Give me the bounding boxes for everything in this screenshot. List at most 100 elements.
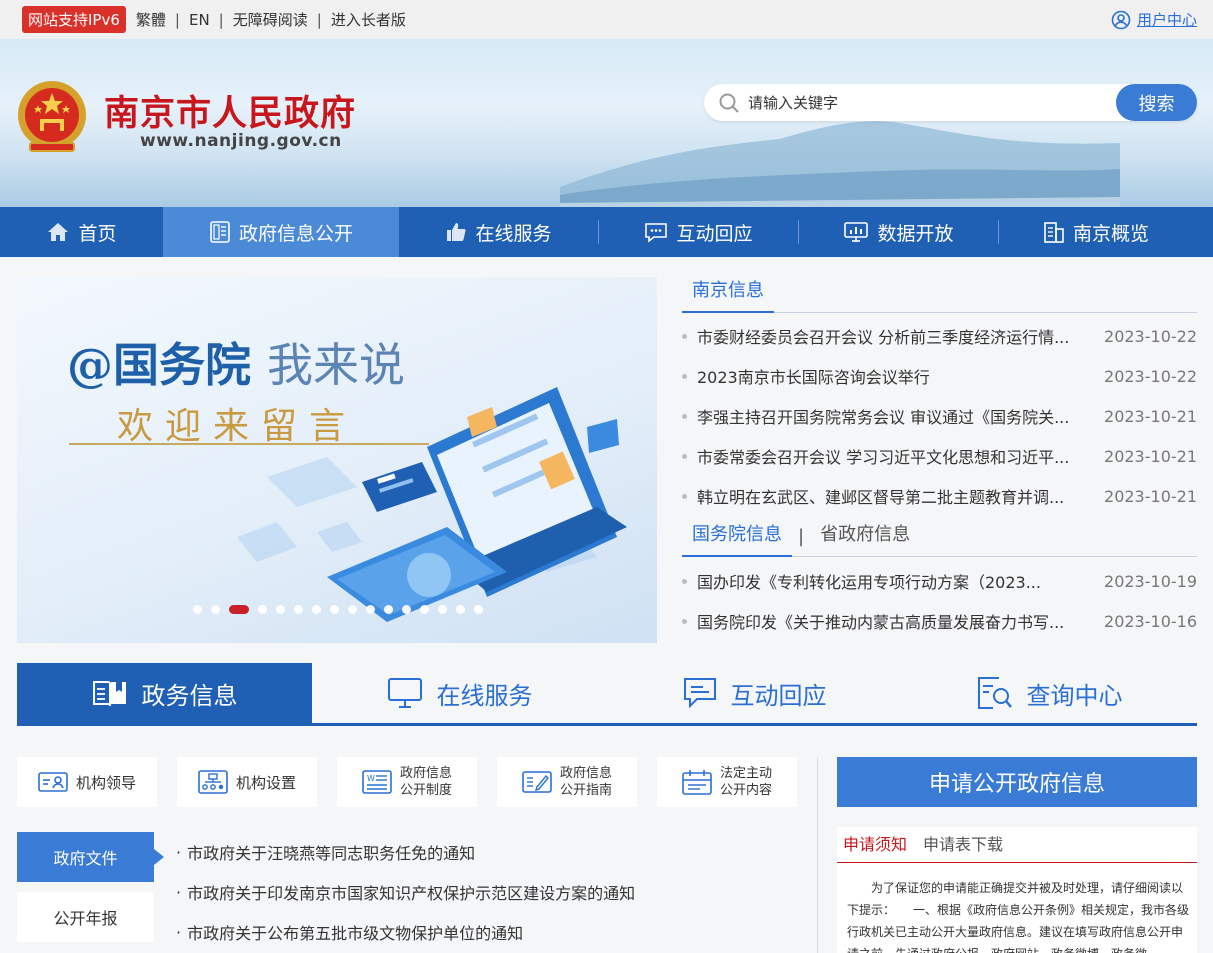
news-tabs-b: 国务院信息 | 省政府信息: [682, 521, 1197, 557]
tab-interaction[interactable]: 互动回应: [607, 663, 902, 723]
carousel-dot[interactable]: [211, 605, 220, 614]
list-item[interactable]: 2023南京市长国际咨询会议举行 2023-10-22: [682, 356, 1197, 396]
nav-nanjing-overview-label: 南京概览: [1072, 222, 1149, 245]
tab-online-service[interactable]: 在线服务: [312, 663, 607, 723]
user-center-label: 用户中心: [1136, 11, 1197, 29]
english-link[interactable]: EN: [189, 11, 210, 29]
carousel-dot[interactable]: [420, 605, 429, 614]
list-item[interactable]: 市委财经委员会召开会议 分析前三季度经济运行情... 2023-10-22: [682, 316, 1197, 356]
thumbs-up-icon: [447, 223, 467, 241]
national-emblem-icon: [18, 81, 86, 152]
list-item[interactable]: 市政府关于公布第五批市级文物保护单位的通知: [176, 912, 635, 952]
divider: [817, 757, 818, 953]
tab-interaction-label: 互动回应: [730, 681, 827, 710]
carousel-dot[interactable]: [312, 605, 321, 614]
banner-carousel[interactable]: @国务院 我来说 欢迎来留言: [17, 277, 657, 643]
section-tabs: 政务信息 在线服务 互动回应 查询中心: [17, 663, 1197, 726]
list-item[interactable]: 市政府关于汪晓燕等同志职务任免的通知: [176, 832, 635, 872]
carousel-dot[interactable]: [348, 605, 357, 614]
tab-annual-report[interactable]: 公开年报: [17, 892, 154, 942]
org-leaders-label: 机构领导: [75, 773, 136, 792]
nav-online-service[interactable]: 在线服务: [399, 207, 598, 257]
org-structure-button[interactable]: 机构设置: [177, 757, 317, 807]
nav-online-service-label: 在线服务: [475, 222, 552, 245]
nav-open-data[interactable]: 数据开放: [799, 207, 998, 257]
nav-nanjing-overview[interactable]: 南京概览: [999, 207, 1193, 257]
carousel-dot[interactable]: [276, 605, 285, 614]
tab-state-council-info[interactable]: 国务院信息: [682, 520, 792, 557]
tab-gov-documents[interactable]: 政府文件: [17, 832, 164, 882]
chat-icon: [645, 223, 668, 243]
svg-text:W: W: [367, 774, 375, 783]
search-bar: 搜索: [704, 84, 1197, 121]
list-item[interactable]: 李强主持召开国务院常务会议 审议通过《国务院关... 2023-10-21: [682, 396, 1197, 436]
carousel-dot[interactable]: [384, 605, 393, 614]
carousel-dot[interactable]: [294, 605, 303, 614]
laptop-phone-illustration: [237, 387, 627, 622]
nav-gov-info[interactable]: 政府信息公开: [163, 207, 399, 257]
monitor-icon: [387, 678, 422, 708]
list-item[interactable]: 国办印发《专利转化运用专项行动方案（2023... 2023-10-19: [682, 561, 1197, 601]
nav-home[interactable]: 首页: [0, 207, 163, 257]
apply-panel: 申请公开政府信息 申请须知 申请表下载 为了保证您的申请能正确提交并被及时处理，…: [837, 757, 1197, 953]
gov-affairs-section: 机构领导 机构设置 W 政府信息 公开制度 政府信息 公开指南 法定主动 公开内容 政…: [0, 726, 1213, 953]
id-card-icon: [38, 772, 68, 792]
nav-gov-info-label: 政府信息公开: [238, 222, 353, 245]
site-title: 南京市人民政府: [104, 93, 357, 134]
nav-interaction[interactable]: 互动回应: [599, 207, 798, 257]
user-icon: [1111, 10, 1131, 29]
carousel-dot[interactable]: [193, 605, 202, 614]
nav-interaction-label: 互动回应: [676, 222, 753, 245]
disclosure-rules-button[interactable]: W 政府信息 公开制度: [337, 757, 477, 807]
tab-form-download[interactable]: 申请表下载: [923, 831, 1003, 862]
news-panel: 南京信息 市委财经委员会召开会议 分析前三季度经济运行情... 2023-10-2…: [682, 277, 1197, 641]
tab-query-center[interactable]: 查询中心: [902, 663, 1197, 723]
apply-info-box: 申请须知 申请表下载 为了保证您的申请能正确提交并被及时处理，请仔细阅读以下提示…: [837, 827, 1197, 953]
tab-online-service-label: 在线服务: [436, 681, 533, 710]
traditional-chinese-link[interactable]: 繁體: [136, 9, 166, 30]
disclosure-guide-button[interactable]: 政府信息 公开指南: [497, 757, 637, 807]
home-icon: [48, 223, 69, 241]
tab-query-center-label: 查询中心: [1026, 681, 1123, 710]
building-icon: [1044, 222, 1064, 243]
tab-gov-affairs[interactable]: 政务信息: [17, 663, 312, 723]
carousel-dot[interactable]: [330, 605, 339, 614]
list-item[interactable]: 国务院印发《关于推动内蒙古高质量发展奋力书写... 2023-10-16: [682, 601, 1197, 641]
org-chart-icon: [198, 770, 228, 794]
carousel-dot[interactable]: [402, 605, 411, 614]
nav-home-label: 首页: [78, 222, 117, 245]
application-notice-text: 为了保证您的申请能正确提交并被及时处理，请仔细阅读以下提示： 一、根据《政府信息…: [847, 881, 1190, 953]
news-tabs-a: 南京信息: [682, 277, 1197, 313]
list-item[interactable]: 韩立明在玄武区、建邺区督导第二批主题教育并调... 2023-10-21: [682, 476, 1197, 516]
search-document-icon: [977, 677, 1012, 709]
list-item[interactable]: 市政府关于印发南京市国家知识产权保护示范区建设方案的通知: [176, 872, 635, 912]
content-top: @国务院 我来说 欢迎来留言 南京信息 市委财经委员会召开会议 分析前三季度经济…: [0, 257, 1213, 663]
carousel-dot[interactable]: [456, 605, 465, 614]
doc-list: 市政府关于汪晓燕等同志职务任免的通知 市政府关于印发南京市国家知识产权保护示范区…: [176, 832, 635, 952]
carousel-dot[interactable]: [229, 605, 249, 614]
carousel-dot[interactable]: [474, 605, 483, 614]
carousel-dot[interactable]: [258, 605, 267, 614]
tab-gov-affairs-label: 政务信息: [141, 681, 238, 710]
nav-open-data-label: 数据开放: [877, 222, 954, 245]
carousel-dot[interactable]: [366, 605, 375, 614]
search-button[interactable]: 搜索: [1116, 84, 1197, 121]
main-nav: 首页 政府信息公开 在线服务 互动回应 数据开放 南京概览: [0, 207, 1213, 257]
accessible-reading-link[interactable]: 无障碍阅读: [233, 9, 308, 30]
tab-province-info[interactable]: 省政府信息: [810, 520, 920, 557]
news-list-nanjing: 市委财经委员会召开会议 分析前三季度经济运行情... 2023-10-22 202…: [682, 316, 1197, 516]
book-icon: [92, 681, 126, 707]
carousel-dot[interactable]: [438, 605, 447, 614]
top-bar: 网站支持IPv6 繁體 | EN | 无障碍阅读 | 进入长者版 用户中心: [0, 0, 1213, 39]
tab-nanjing-info[interactable]: 南京信息: [682, 276, 774, 313]
search-input[interactable]: [748, 93, 1116, 112]
list-item[interactable]: 市委常委会召开会议 学习习近平文化思想和习近平... 2023-10-21: [682, 436, 1197, 476]
tab-application-notice[interactable]: 申请须知: [843, 831, 907, 862]
user-center-link[interactable]: 用户中心: [1111, 9, 1197, 30]
org-leaders-button[interactable]: 机构领导: [17, 757, 157, 807]
elder-version-link[interactable]: 进入长者版: [331, 9, 406, 30]
carousel-dots: [193, 605, 492, 614]
monitor-chart-icon: [844, 222, 869, 242]
statutory-disclosure-button[interactable]: 法定主动 公开内容: [657, 757, 797, 807]
apply-disclosure-button[interactable]: 申请公开政府信息: [837, 757, 1197, 807]
